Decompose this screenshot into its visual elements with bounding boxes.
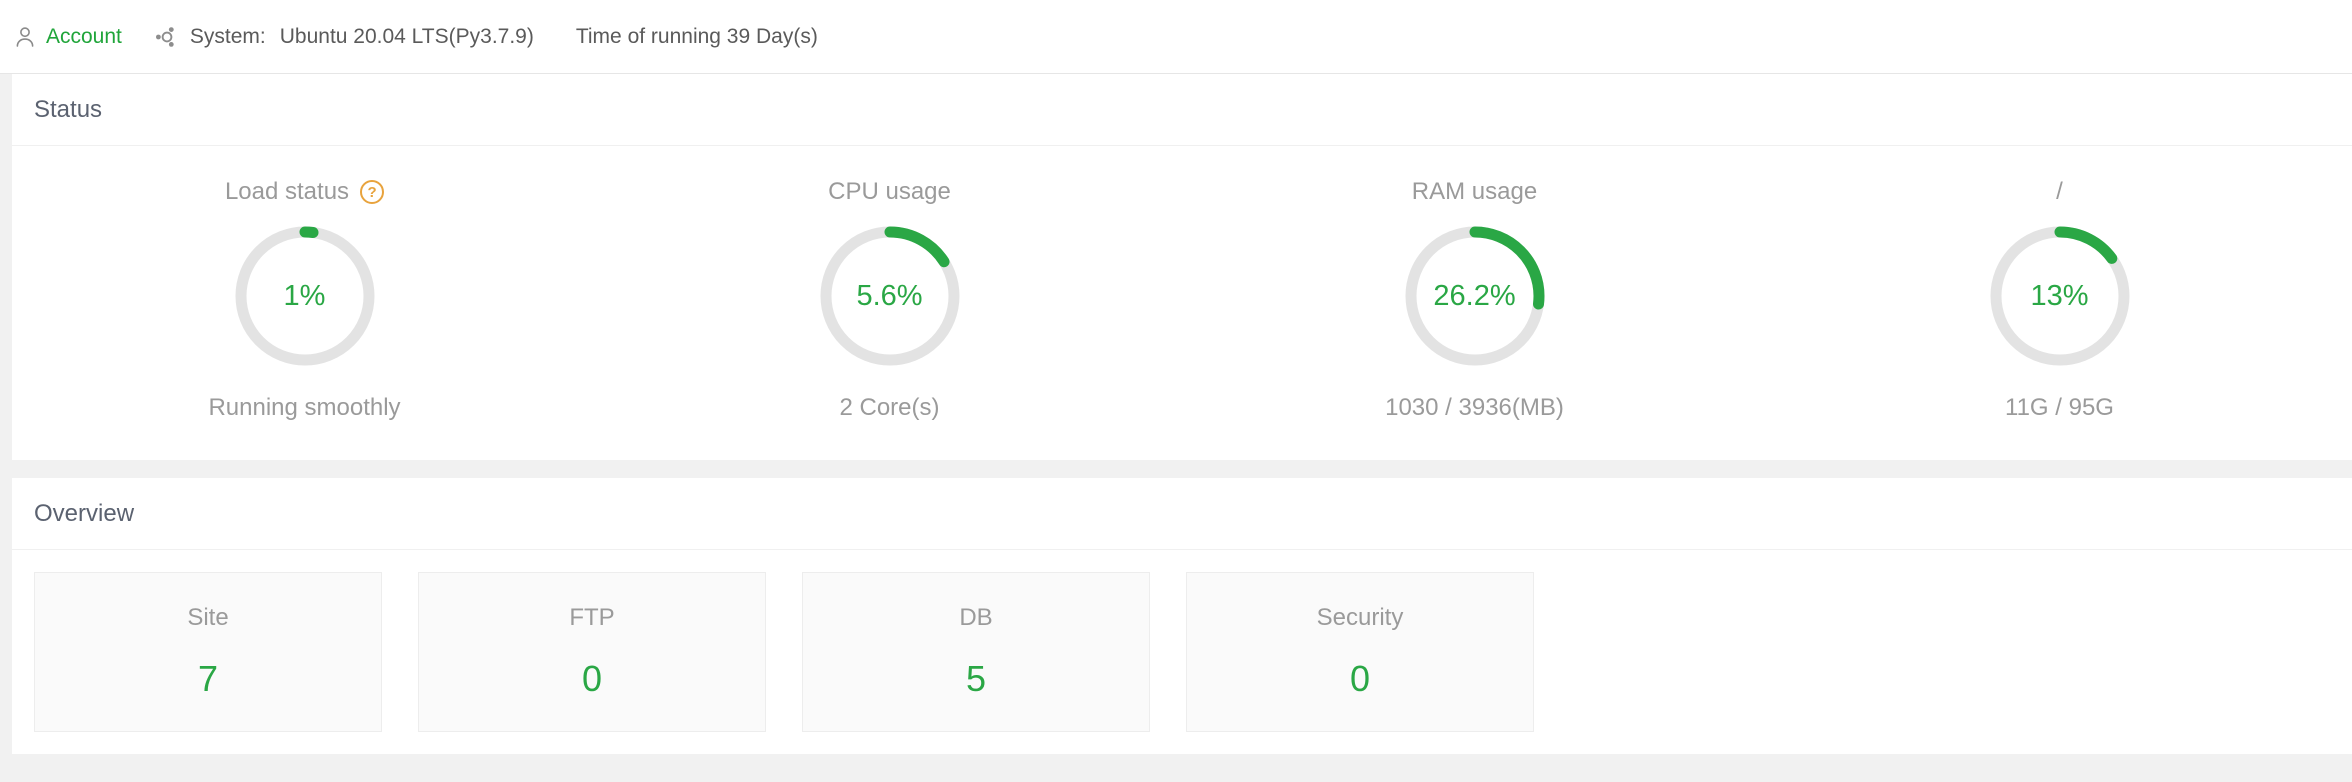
gauge-value: 5.6% (856, 279, 923, 312)
donut-gauge: 13% (1986, 222, 2134, 370)
gauge-label-row: CPU usage (828, 176, 951, 208)
gauge-subtext: 1030 / 3936(MB) (1385, 394, 1564, 421)
gauge-load-status: Load status ? 1% Running smoothly (12, 176, 597, 422)
gauge-value: 26.2% (1433, 279, 1516, 312)
gauge-label: Load status (224, 178, 350, 205)
stat-card-label: Site (187, 604, 229, 631)
gauge-label-row: Load status ? (224, 176, 385, 208)
gauge-value: 1% (283, 279, 326, 312)
gauge-label-row: RAM usage (1412, 176, 1537, 208)
account-group[interactable]: Account (12, 0, 122, 73)
stat-card-label: Security (1316, 604, 1404, 631)
stat-card-security[interactable]: Security 0 (1186, 572, 1534, 732)
donut-gauge: 1% (231, 222, 379, 370)
uptime-text: Time of running 39 Day(s) (575, 24, 818, 48)
gauge-ram-usage: RAM usage 26.2% 1030 / 3936(MB) (1182, 176, 1767, 422)
gauge-label: / (2056, 178, 2063, 205)
top-header-bar: Account System: Ubuntu 20.04 LTS(Py3.7.9… (0, 0, 2352, 74)
gauge-value: 13% (2030, 279, 2089, 312)
ubuntu-icon (154, 24, 180, 50)
stat-card-value: 7 (197, 658, 219, 699)
gauge-disk-root: / 13% 11G / 95G (1767, 176, 2352, 422)
stat-card-value: 5 (965, 658, 987, 699)
system-value: Ubuntu 20.04 LTS(Py3.7.9) (279, 24, 534, 48)
donut-gauge: 26.2% (1401, 222, 1549, 370)
status-panel-title: Status (34, 95, 103, 123)
gauge-row: Load status ? 1% Running smoothly CPU us… (12, 146, 2352, 460)
account-link[interactable]: Account (46, 25, 122, 49)
stat-card-value: 0 (581, 658, 603, 699)
panel-divider (0, 460, 2352, 478)
overview-panel-title: Overview (34, 499, 135, 527)
question-mark-icon[interactable]: ? (360, 180, 385, 204)
overview-panel: Overview Site 7 FTP 0 DB 5 Security 0 (12, 478, 2352, 754)
gauge-label: CPU usage (828, 178, 951, 205)
system-label: System: (189, 24, 266, 48)
stat-card-db[interactable]: DB 5 (802, 572, 1150, 732)
status-panel: Status Load status ? 1% Running smoothly… (12, 74, 2352, 460)
gauge-label: RAM usage (1411, 178, 1538, 205)
gauge-subtext: Running smoothly (208, 394, 401, 421)
donut-gauge: 5.6% (816, 222, 964, 370)
gauge-cpu-usage: CPU usage 5.6% 2 Core(s) (597, 176, 1182, 422)
overview-panel-header: Overview (12, 478, 2352, 550)
stat-card-value: 0 (1349, 658, 1371, 699)
stat-card-label: FTP (569, 604, 615, 631)
stat-card-label: DB (959, 604, 993, 631)
gauge-subtext: 11G / 95G (2005, 394, 2114, 421)
gauge-subtext: 2 Core(s) (839, 394, 940, 421)
gauge-label-row: / (2056, 176, 2063, 208)
overview-card-row: Site 7 FTP 0 DB 5 Security 0 (12, 550, 2352, 754)
stat-card-site[interactable]: Site 7 (34, 572, 382, 732)
stat-card-ftp[interactable]: FTP 0 (418, 572, 766, 732)
user-icon (12, 24, 38, 50)
status-panel-header: Status (12, 74, 2352, 146)
